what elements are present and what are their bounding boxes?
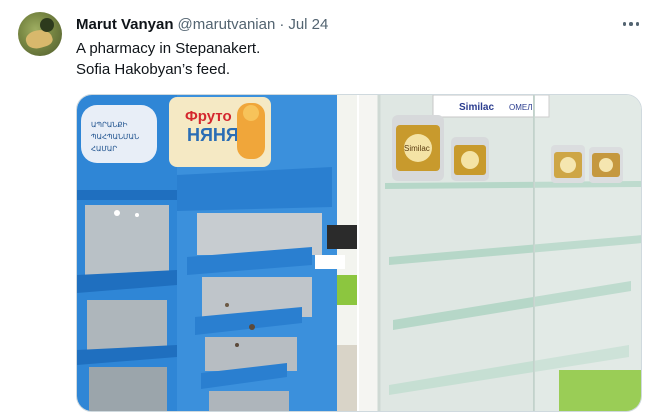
tweet-text-line-2: Sofia Hakobyan’s feed. bbox=[76, 61, 230, 78]
photo-glass-shelves[interactable]: Similac ОМЕЛ Similac bbox=[359, 95, 641, 411]
tweet-text: A pharmacy in Stepanakert. Sofia Hakobya… bbox=[76, 38, 260, 80]
svg-text:ՊԱՀՊԱՆՄԱՆ: ՊԱՀՊԱՆՄԱՆ bbox=[91, 133, 139, 141]
sign-line-1: Фруто bbox=[185, 108, 232, 125]
photo-right-illustration: Similac ОМЕЛ Similac bbox=[359, 95, 641, 411]
tweet-media[interactable]: ԱՊՐԱՆՔԻ ՊԱՀՊԱՆՄԱՆ ՀԱՄԱՐ Фруто НЯНЯ Simil… bbox=[76, 94, 642, 412]
similac-sign-brand: Similac bbox=[459, 102, 494, 113]
author-handle[interactable]: @marutvanian bbox=[178, 16, 276, 33]
photo-empty-blue-shelf[interactable]: ԱՊՐԱՆՔԻ ՊԱՀՊԱՆՄԱՆ ՀԱՄԱՐ Фруто НЯНЯ bbox=[77, 95, 357, 411]
author-name[interactable]: Marut Vanyan bbox=[76, 16, 174, 33]
can-1: Similac bbox=[392, 115, 444, 181]
can-label: Similac bbox=[404, 144, 430, 153]
tweet[interactable]: Marut Vanyan @marutvanian · Jul 24 A pha… bbox=[0, 0, 658, 418]
tweet-date[interactable]: Jul 24 bbox=[288, 16, 328, 33]
similac-sign-text: ОМЕЛ bbox=[509, 103, 532, 112]
header-separator: · bbox=[279, 15, 285, 33]
can-2 bbox=[451, 137, 489, 181]
svg-text:ԱՊՐԱՆՔԻ: ԱՊՐԱՆՔԻ bbox=[91, 121, 128, 129]
tweet-header: Marut Vanyan @marutvanian · Jul 24 bbox=[76, 14, 328, 34]
more-horizontal-icon[interactable] bbox=[620, 14, 642, 34]
sign-line-2: НЯНЯ bbox=[187, 125, 239, 145]
avatar[interactable] bbox=[18, 12, 62, 56]
avatar-hair bbox=[40, 18, 54, 32]
tweet-text-line-1: A pharmacy in Stepanakert. bbox=[76, 40, 261, 57]
svg-text:ՀԱՄԱՐ: ՀԱՄԱՐ bbox=[91, 145, 117, 153]
photo-left-illustration: ԱՊՐԱՆՔԻ ՊԱՀՊԱՆՄԱՆ ՀԱՄԱՐ Фруто НЯНЯ bbox=[77, 95, 357, 411]
